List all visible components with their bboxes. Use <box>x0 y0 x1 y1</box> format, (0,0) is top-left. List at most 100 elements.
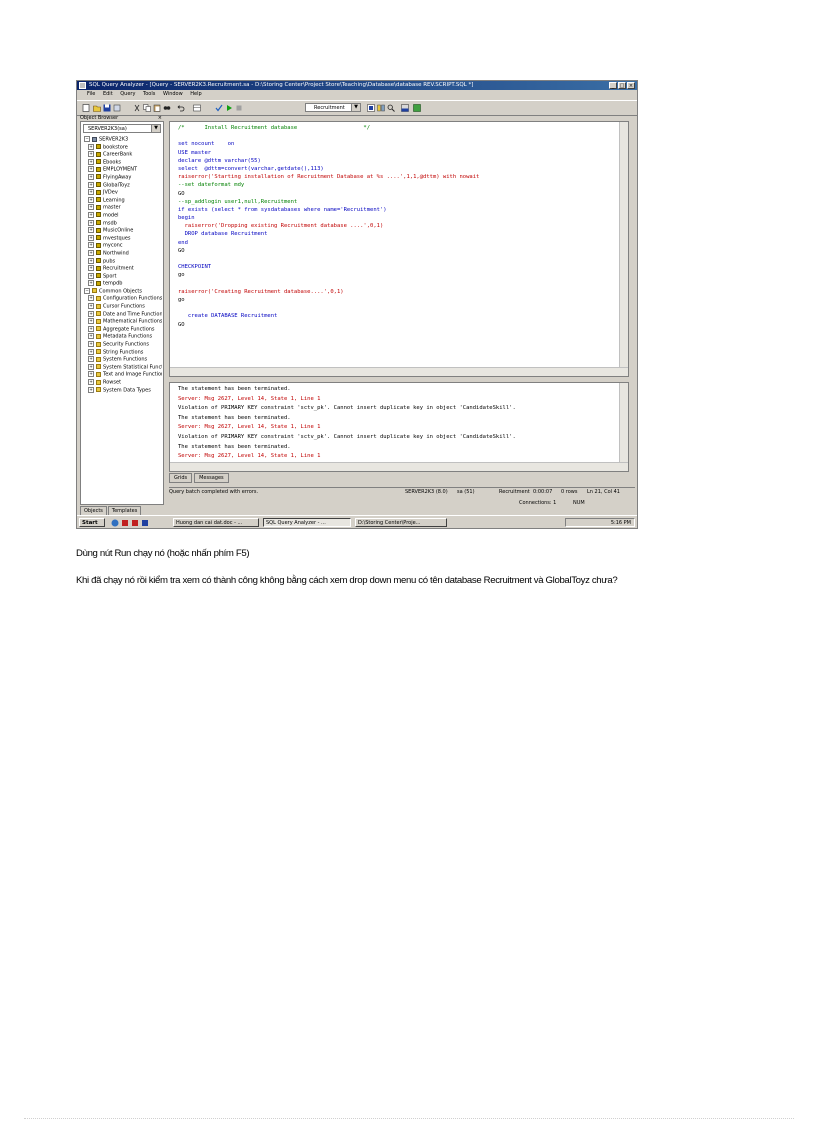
save-icon[interactable] <box>103 104 111 112</box>
expand-icon[interactable]: + <box>88 348 94 355</box>
tree-item[interactable]: + CareerBank <box>84 151 162 159</box>
expand-icon[interactable]: + <box>88 272 94 279</box>
tree-item[interactable]: + MusicOnline <box>84 227 162 235</box>
object-browser-icon[interactable] <box>377 104 385 112</box>
tree-item[interactable]: + System Data Types <box>84 386 162 395</box>
expand-icon[interactable]: + <box>88 181 94 188</box>
taskbar-item-doc[interactable]: Huong dan cai dat.doc - ... <box>173 518 259 527</box>
expand-icon[interactable]: + <box>88 295 94 302</box>
expand-icon[interactable]: + <box>88 166 94 173</box>
insert-template-icon[interactable] <box>113 104 121 112</box>
tree-item[interactable]: + JVDev <box>84 189 162 197</box>
menu-query[interactable]: Query <box>120 91 135 97</box>
expand-icon[interactable]: + <box>88 280 94 287</box>
maximize-button[interactable]: □ <box>618 82 626 89</box>
tree-item[interactable]: + Recruitment <box>84 265 162 273</box>
tree-item[interactable]: + System Functions <box>84 356 162 364</box>
tree-item[interactable]: + EMPLOYMENT <box>84 166 162 174</box>
tree-item[interactable]: + Rowset <box>84 379 162 387</box>
object-search-icon[interactable] <box>387 104 395 112</box>
expand-icon[interactable]: + <box>88 341 94 348</box>
database-dropdown[interactable]: Recruitment ▼ <box>305 103 361 112</box>
expand-icon[interactable]: + <box>88 196 94 203</box>
tree-item[interactable]: + msdb <box>84 219 162 228</box>
find-icon[interactable] <box>163 104 171 112</box>
stop-icon[interactable] <box>235 104 243 112</box>
expand-icon[interactable]: − <box>84 287 90 294</box>
tree-item[interactable]: + FlyingAway <box>84 173 162 182</box>
menu-edit[interactable]: Edit <box>103 91 113 97</box>
tree-item[interactable]: + Aggregate Functions <box>84 325 162 334</box>
tree-item[interactable]: + String Functions <box>84 348 162 357</box>
quick-launch-icon[interactable] <box>131 519 139 527</box>
copy-icon[interactable] <box>143 104 151 112</box>
expand-icon[interactable]: + <box>88 189 94 196</box>
expand-icon[interactable]: + <box>88 386 94 393</box>
expand-icon[interactable]: + <box>88 158 94 165</box>
expand-icon[interactable]: + <box>88 325 94 332</box>
tree-item[interactable]: + bookstore <box>84 143 162 152</box>
taskbar-item-explorer[interactable]: D:\Storing Center\Proje... <box>355 518 447 527</box>
expand-icon[interactable]: + <box>88 371 94 378</box>
results-horizontal-scrollbar[interactable] <box>170 462 628 471</box>
expand-icon[interactable]: + <box>88 249 94 256</box>
tree-item[interactable]: + tempdb <box>84 280 162 288</box>
expand-icon[interactable]: + <box>88 211 94 218</box>
results-mode-icon[interactable] <box>193 104 201 112</box>
query-editor[interactable]: /* Install Recruitment database */ set n… <box>169 121 629 377</box>
close-button[interactable]: × <box>627 82 635 89</box>
tab-grids[interactable]: Grids <box>169 473 193 483</box>
expand-icon[interactable]: + <box>88 234 94 241</box>
grid-icon[interactable] <box>413 104 421 112</box>
tree-item[interactable]: + Metadata Functions <box>84 333 162 341</box>
undo-icon[interactable] <box>177 104 185 112</box>
taskbar-item-query-analyzer[interactable]: SQL Query Analyzer - ... <box>263 518 351 527</box>
expand-icon[interactable]: + <box>88 310 94 317</box>
tree-item[interactable]: + Date and Time Functions <box>84 310 162 319</box>
new-query-icon[interactable] <box>82 104 90 112</box>
chevron-down-icon[interactable]: ▼ <box>351 104 360 111</box>
tree-item[interactable]: + Sport <box>84 272 162 281</box>
quick-launch-icon[interactable] <box>121 519 129 527</box>
expand-icon[interactable]: + <box>88 303 94 310</box>
tree-item[interactable]: + Cursor Functions <box>84 303 162 311</box>
expand-icon[interactable]: + <box>88 257 94 264</box>
tree-item[interactable]: + mvestques <box>84 234 162 243</box>
tree-item[interactable]: − SERVER2K3 <box>84 136 162 144</box>
run-icon[interactable] <box>225 104 233 112</box>
tree-item[interactable]: + pubs <box>84 257 162 266</box>
menu-file[interactable]: File <box>87 91 95 97</box>
tree-item[interactable]: + Mathematical Functions <box>84 318 162 326</box>
menu-window[interactable]: Window <box>163 91 183 97</box>
tree-item[interactable]: + Configuration Functions <box>84 295 162 303</box>
chevron-down-icon[interactable]: ▼ <box>151 125 160 132</box>
expand-icon[interactable]: + <box>88 204 94 211</box>
paste-icon[interactable] <box>153 104 161 112</box>
show-results-icon[interactable] <box>401 104 409 112</box>
open-icon[interactable] <box>93 104 101 112</box>
tree-item[interactable]: + master <box>84 204 162 212</box>
quick-launch-icon[interactable] <box>111 519 119 527</box>
tree-item[interactable]: + System Statistical Functions <box>84 363 162 372</box>
expand-icon[interactable]: + <box>88 265 94 272</box>
expand-icon[interactable]: + <box>88 318 94 325</box>
expand-icon[interactable]: + <box>88 242 94 249</box>
expand-icon[interactable]: − <box>84 136 90 142</box>
minimize-button[interactable]: _ <box>609 82 617 89</box>
tree-item[interactable]: + Ebooks <box>84 158 162 167</box>
expand-icon[interactable]: + <box>88 143 94 150</box>
menu-help[interactable]: Help <box>190 91 201 97</box>
tree-item[interactable]: + Northwind <box>84 249 162 258</box>
expand-icon[interactable]: + <box>88 173 94 180</box>
tree-item[interactable]: + Security Functions <box>84 341 162 349</box>
editor-horizontal-scrollbar[interactable] <box>170 367 628 376</box>
results-vertical-scrollbar[interactable] <box>619 383 628 471</box>
expand-icon[interactable]: + <box>88 333 94 340</box>
menu-tools[interactable]: Tools <box>143 91 155 97</box>
execution-plan-icon[interactable] <box>367 104 375 112</box>
expand-icon[interactable]: + <box>88 379 94 385</box>
parse-icon[interactable] <box>215 104 223 112</box>
tree-item[interactable]: + GlobalToyz <box>84 181 162 190</box>
cut-icon[interactable] <box>133 104 141 112</box>
expand-icon[interactable]: + <box>88 227 94 234</box>
